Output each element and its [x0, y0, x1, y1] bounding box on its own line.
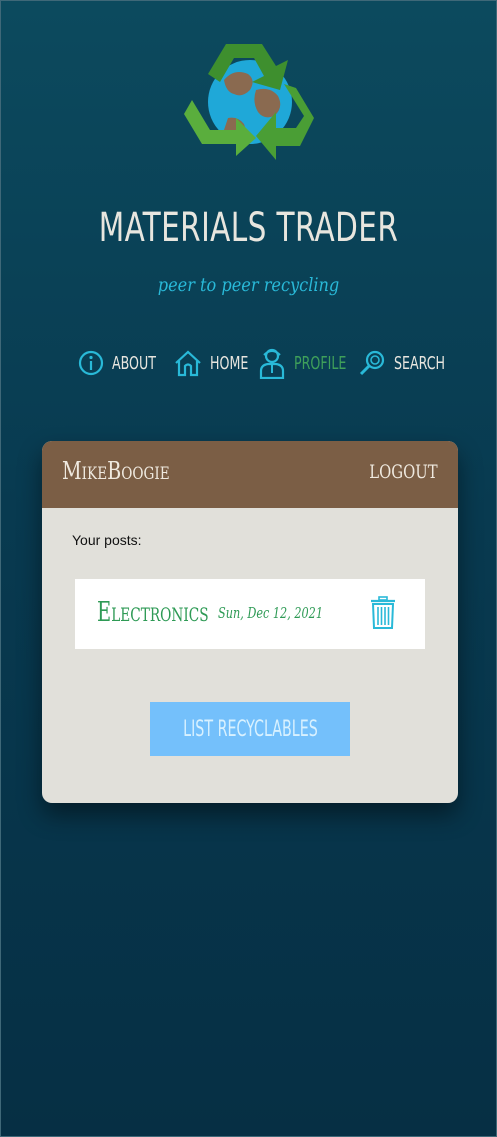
app-title: MATERIALS TRADER	[98, 205, 399, 251]
profile-card-header: MikeBoogie LOGOUT	[42, 441, 458, 508]
nav-item-about[interactable]: ABOUT	[78, 345, 168, 381]
magnifier-icon	[359, 350, 385, 376]
recycle-globe-logo	[184, 40, 316, 162]
nav-item-search[interactable]: SEARCH	[358, 345, 459, 381]
info-icon	[78, 350, 104, 376]
nav-item-profile[interactable]: PROFILE	[258, 345, 361, 381]
home-icon	[175, 350, 201, 377]
nav-label-home: HOME	[210, 352, 249, 374]
logout-button[interactable]: LOGOUT	[370, 461, 438, 483]
user-icon	[259, 348, 285, 379]
posts-label: Your posts:	[72, 532, 142, 548]
app-subtitle: peer to peer recycling	[157, 274, 340, 296]
nav-label-search: SEARCH	[394, 352, 446, 374]
delete-post-button[interactable]	[370, 596, 396, 634]
nav-label-profile: PROFILE	[294, 352, 347, 374]
profile-card: MikeBoogie LOGOUT Your posts: Electronic…	[42, 441, 458, 803]
list-recyclables-button[interactable]: LIST RECYCLABLES	[150, 702, 350, 756]
trash-icon	[371, 596, 395, 629]
list-recyclables-label: LIST RECYCLABLES	[182, 716, 318, 742]
post-title: Electronics	[97, 597, 209, 628]
nav-label-about: ABOUT	[112, 352, 156, 374]
nav-item-home[interactable]: HOME	[174, 345, 259, 381]
post-item[interactable]: Electronics Sun, Dec 12, 2021	[75, 579, 425, 649]
main-nav: ABOUT HOME PROFILE SEARCH	[0, 345, 497, 385]
username: MikeBoogie	[62, 457, 170, 485]
post-date: Sun, Dec 12, 2021	[218, 604, 324, 622]
